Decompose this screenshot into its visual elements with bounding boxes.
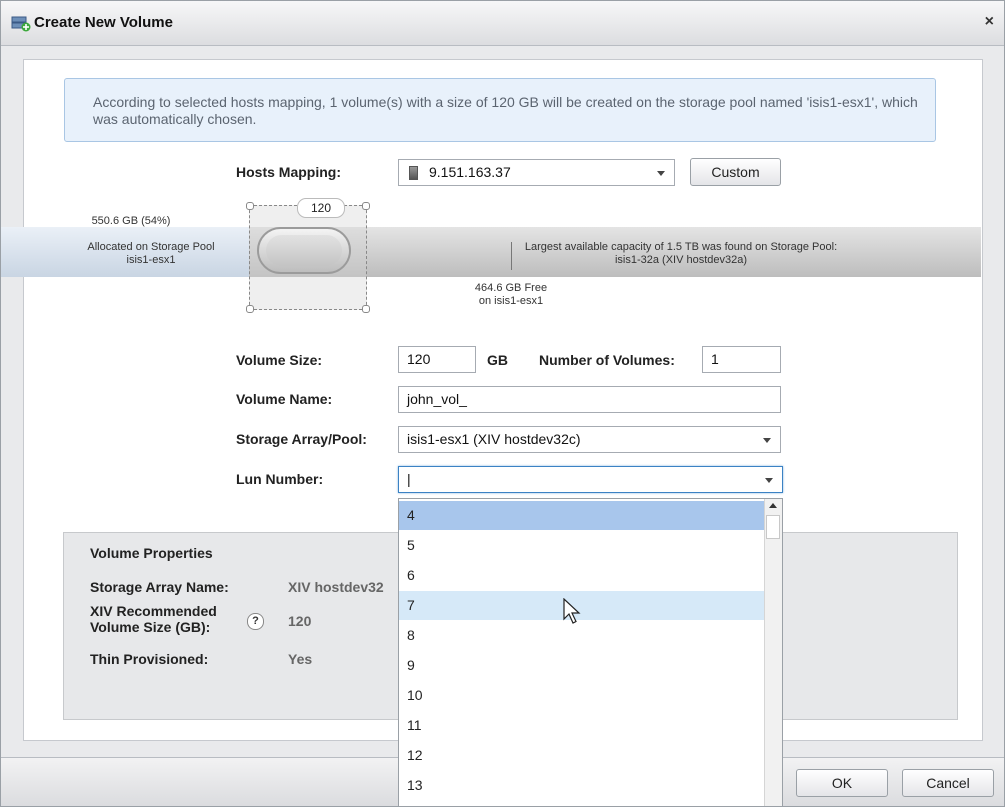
lun-number-dropdown[interactable]: 1413121110987654 — [398, 498, 783, 806]
storage-pool-select[interactable]: isis1-esx1 (XIV hostdev32c) — [398, 426, 781, 453]
info-message-box: According to selected hosts mapping, 1 v… — [64, 78, 936, 142]
ok-button[interactable]: OK — [796, 769, 888, 797]
lun-option[interactable]: 14 — [399, 801, 765, 806]
dropdown-scrollbar[interactable] — [764, 499, 782, 806]
lun-option[interactable]: 5 — [399, 531, 765, 560]
volume-size-slider-handle[interactable] — [257, 227, 351, 274]
resize-handle[interactable] — [362, 202, 370, 210]
hosts-mapping-select[interactable]: 9.151.163.37 — [398, 159, 675, 186]
volume-name-label: Volume Name: — [236, 391, 333, 407]
mouse-pointer-icon — [563, 598, 581, 624]
create-volume-icon — [11, 16, 31, 32]
cancel-button[interactable]: Cancel — [902, 769, 994, 797]
lun-option[interactable]: 10 — [399, 681, 765, 710]
scroll-up-icon[interactable] — [769, 503, 777, 508]
lun-option[interactable]: 11 — [399, 711, 765, 740]
allocated-pool: isis1-esx1 — [126, 254, 176, 266]
dialog-title: Create New Volume — [34, 14, 173, 31]
free-pool: on isis1-esx1 — [478, 295, 544, 307]
title-bar[interactable]: Create New Volume × — [1, 1, 1004, 46]
resize-handle[interactable] — [362, 305, 370, 313]
recommended-size-value: 120 — [288, 613, 312, 629]
volume-size-label: Volume Size: — [236, 352, 323, 368]
thin-provisioned-value: Yes — [288, 651, 313, 667]
thin-provisioned-label: Thin Provisioned: — [90, 651, 209, 667]
custom-button[interactable]: Custom — [690, 158, 781, 186]
lun-option[interactable]: 12 — [399, 741, 765, 770]
lun-option[interactable]: 9 — [399, 651, 765, 680]
recommended-size-label-2: Volume Size (GB): — [90, 619, 211, 635]
chevron-down-icon — [763, 438, 771, 443]
resize-handle[interactable] — [246, 305, 254, 313]
lun-option[interactable]: 13 — [399, 771, 765, 800]
largest-capacity-line1: Largest available capacity of 1.5 TB was… — [524, 241, 838, 253]
slider-handle-inner — [266, 235, 342, 266]
hosts-mapping-value: 9.151.163.37 — [429, 164, 511, 180]
lun-option[interactable]: 8 — [399, 621, 765, 650]
create-volume-dialog: Create New Volume × According to selecte… — [0, 0, 1005, 807]
resize-handle[interactable] — [246, 202, 254, 210]
lun-option[interactable]: 7 — [399, 591, 765, 620]
lun-number-select[interactable]: | — [398, 466, 783, 493]
info-message: According to selected hosts mapping, 1 v… — [93, 94, 918, 127]
scroll-thumb[interactable] — [766, 515, 780, 539]
free-marker — [511, 242, 512, 270]
hosts-mapping-label: Hosts Mapping: — [236, 164, 341, 180]
array-name-value: XIV hostdev32 — [288, 579, 384, 595]
lun-number-value: | — [407, 471, 411, 487]
volume-size-input[interactable]: 120 — [398, 346, 476, 373]
free-amount: 464.6 GB Free — [474, 282, 548, 294]
number-of-volumes-label: Number of Volumes: — [539, 352, 675, 368]
number-of-volumes-input[interactable]: 1 — [702, 346, 781, 373]
volume-name-input[interactable]: john_vol_ — [398, 386, 781, 413]
array-name-label: Storage Array Name: — [90, 579, 229, 595]
chevron-down-icon — [765, 478, 773, 483]
help-icon[interactable]: ? — [247, 613, 264, 630]
server-icon — [409, 166, 418, 180]
recommended-size-label-1: XIV Recommended — [90, 603, 217, 619]
lun-number-label: Lun Number: — [236, 471, 324, 487]
volume-size-unit: GB — [487, 352, 508, 368]
selected-size-tag: 120 — [297, 198, 345, 218]
storage-pool-label: Storage Array/Pool: — [236, 431, 367, 447]
largest-capacity-line2: isis1-32a (XIV hostdev32a) — [614, 254, 748, 266]
close-icon[interactable]: × — [985, 13, 994, 31]
lun-option[interactable]: 4 — [399, 501, 765, 530]
lun-option[interactable]: 6 — [399, 561, 765, 590]
storage-pool-value: isis1-esx1 (XIV hostdev32c) — [407, 431, 581, 447]
allocated-label: Allocated on Storage Pool — [87, 241, 215, 253]
volume-properties-title: Volume Properties — [90, 545, 213, 561]
chevron-down-icon — [657, 171, 665, 176]
